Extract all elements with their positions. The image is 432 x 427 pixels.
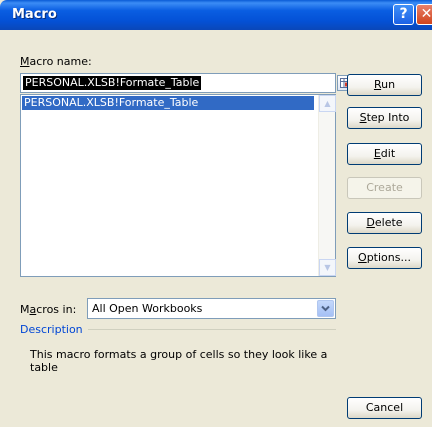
edit-button[interactable]: Edit bbox=[347, 143, 422, 165]
step-into-button[interactable]: Step Into bbox=[347, 107, 422, 129]
macro-name-value: PERSONAL.XLSB!Formate_Table bbox=[23, 76, 202, 90]
macros-in-select[interactable]: All Open Workbooks bbox=[87, 298, 336, 319]
dropdown-arrow-icon[interactable] bbox=[317, 300, 334, 317]
description-divider bbox=[88, 329, 336, 330]
list-item[interactable]: PERSONAL.XLSB!Formate_Table bbox=[22, 96, 314, 110]
run-button[interactable]: Run bbox=[347, 74, 422, 96]
description-heading: Description bbox=[20, 323, 83, 336]
options-button[interactable]: Options... bbox=[347, 247, 422, 269]
description-text: This macro formats a group of cells so t… bbox=[30, 348, 328, 374]
help-icon[interactable]: ? bbox=[393, 4, 414, 25]
macros-in-label: Macros in: bbox=[20, 303, 77, 316]
dialog-title: Macro bbox=[12, 7, 57, 22]
macros-in-value: All Open Workbooks bbox=[92, 302, 203, 315]
macro-dialog: Macro ? ✕ Macro name: PERSONAL.XLSB!Form… bbox=[0, 0, 432, 427]
scroll-up-icon[interactable]: ▲ bbox=[319, 95, 336, 112]
list-scrollbar[interactable]: ▲ ▼ bbox=[318, 95, 336, 276]
scroll-down-icon[interactable]: ▼ bbox=[319, 259, 336, 276]
close-icon[interactable]: ✕ bbox=[416, 4, 432, 25]
create-button: Create bbox=[347, 177, 422, 199]
macro-name-input[interactable]: PERSONAL.XLSB!Formate_Table bbox=[20, 73, 354, 93]
macro-list[interactable]: PERSONAL.XLSB!Formate_Table ▲ ▼ bbox=[20, 94, 336, 277]
delete-button[interactable]: Delete bbox=[347, 212, 422, 234]
macro-name-label: Macro name: bbox=[20, 55, 92, 68]
title-bar: Macro ? ✕ bbox=[0, 0, 432, 30]
cancel-button[interactable]: Cancel bbox=[347, 397, 422, 419]
